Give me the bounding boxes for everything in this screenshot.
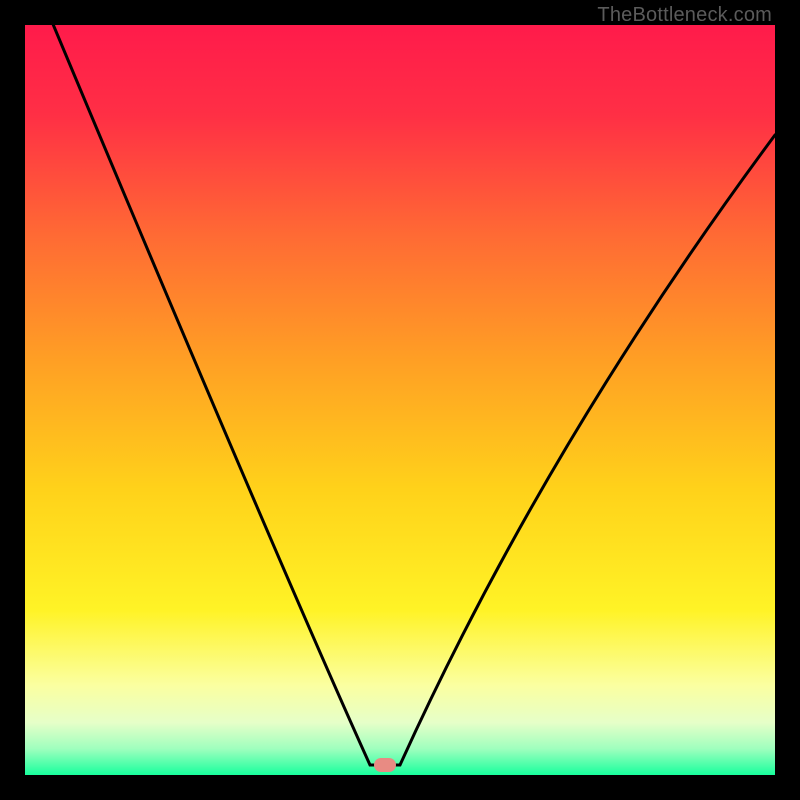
chart-frame: TheBottleneck.com: [0, 0, 800, 800]
plot-area: [25, 25, 775, 775]
minimum-marker: [374, 758, 396, 772]
bottleneck-curve: [25, 25, 775, 775]
attribution-label: TheBottleneck.com: [597, 4, 772, 27]
